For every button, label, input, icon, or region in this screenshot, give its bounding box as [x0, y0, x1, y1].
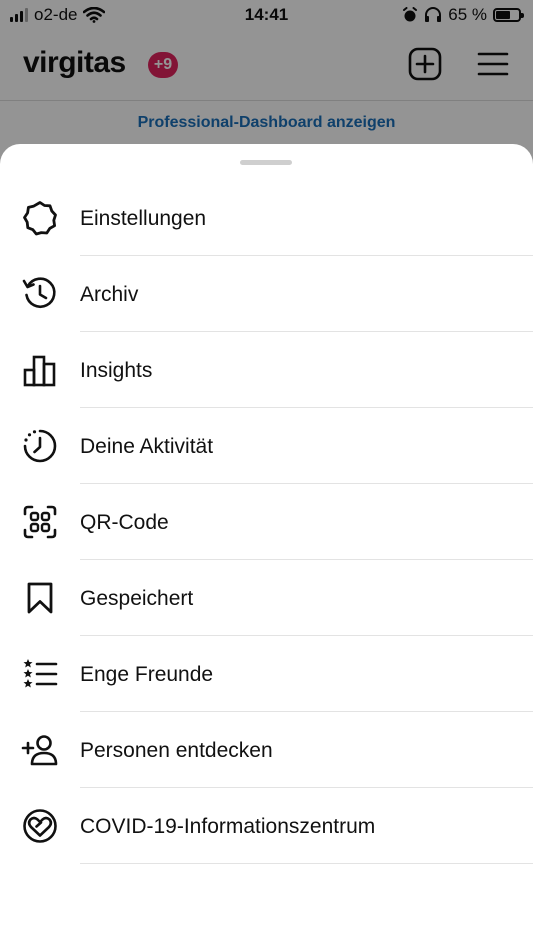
qr-code-icon [20, 502, 60, 542]
menu-separator [80, 863, 533, 864]
add-person-icon [20, 730, 60, 770]
menu-item-label: Insights [80, 359, 153, 382]
menu-item-enge-freunde[interactable]: Enge Freunde [0, 636, 533, 712]
menu-item-label: Enge Freunde [80, 663, 214, 686]
menu-item-deine-aktivitaet[interactable]: Deine Aktivität [0, 408, 533, 484]
menu-item-label: COVID-19-Informationszentrum [80, 815, 376, 838]
bar-chart-icon [20, 350, 60, 390]
menu-list: Einstellungen Archiv Insights Deine Akti… [0, 180, 533, 864]
menu-item-label: Deine Aktivität [80, 435, 214, 458]
bottom-sheet: Einstellungen Archiv Insights Deine Akti… [0, 144, 533, 948]
menu-item-einstellungen[interactable]: Einstellungen [0, 180, 533, 256]
activity-clock-icon [20, 426, 60, 466]
menu-item-personen-entdecken[interactable]: Personen entdecken [0, 712, 533, 788]
close-friends-list-icon [20, 654, 60, 694]
gear-icon [20, 198, 60, 238]
menu-item-label: Archiv [80, 283, 139, 306]
archive-history-icon [20, 274, 60, 314]
menu-item-label: QR-Code [80, 511, 169, 534]
covid-heart-icon [20, 806, 60, 846]
sheet-grabber[interactable] [240, 160, 292, 165]
menu-item-label: Personen entdecken [80, 739, 273, 762]
menu-item-archiv[interactable]: Archiv [0, 256, 533, 332]
menu-item-insights[interactable]: Insights [0, 332, 533, 408]
menu-item-label: Einstellungen [80, 207, 207, 230]
menu-item-label: Gespeichert [80, 587, 194, 610]
menu-item-covid-19-informationszentrum[interactable]: COVID-19-Informationszentrum [0, 788, 533, 864]
menu-item-qr-code[interactable]: QR-Code [0, 484, 533, 560]
bookmark-icon [20, 578, 60, 618]
menu-item-gespeichert[interactable]: Gespeichert [0, 560, 533, 636]
